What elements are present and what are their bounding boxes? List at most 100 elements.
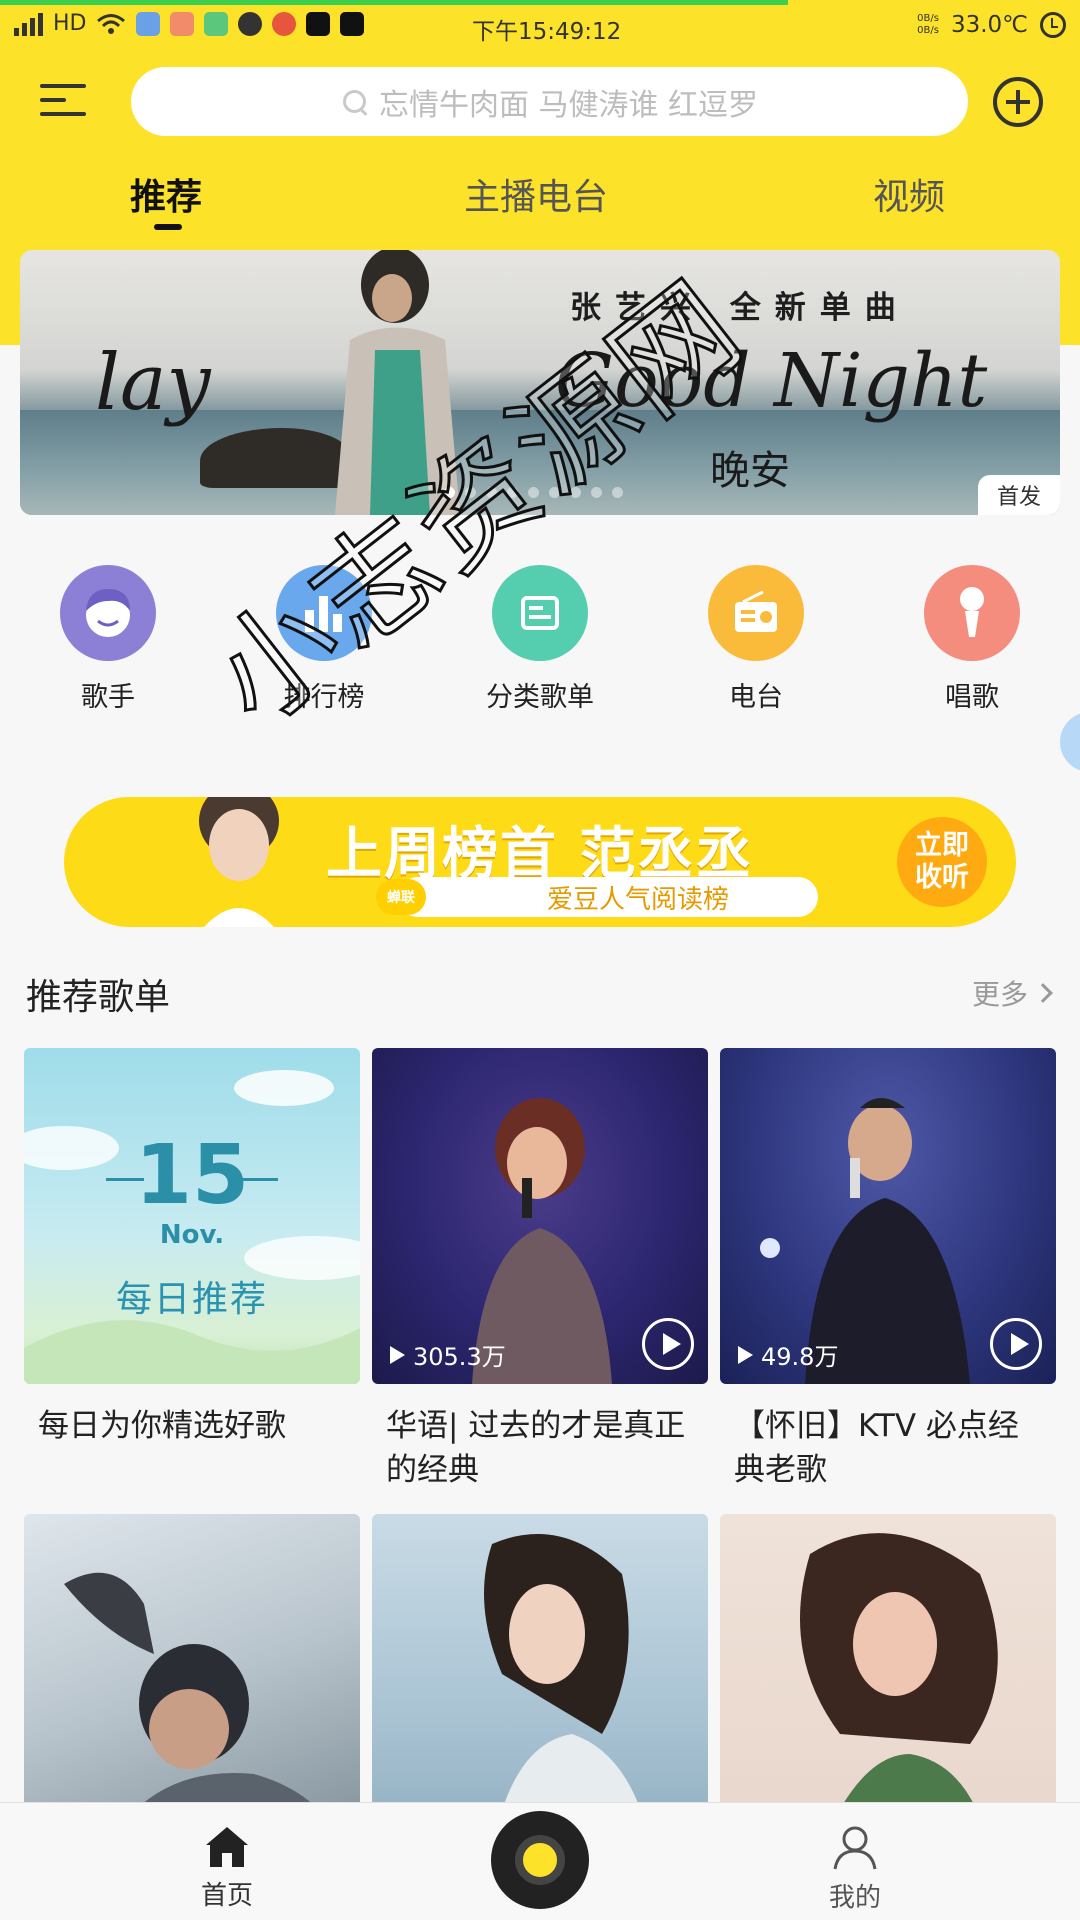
playlist-cover-art (484, 1534, 652, 1850)
app-notification-icon (136, 11, 161, 36)
daily-label: 每日推荐 (115, 1279, 268, 1320)
play-count: 49.8万 (738, 1337, 838, 1372)
playlist-cover (720, 1514, 1056, 1850)
category-playlists[interactable]: 分类歌单 (460, 565, 620, 714)
tiktok-notification-icon (306, 11, 331, 36)
playlist-card-daily[interactable]: 15 Nov. 每日推荐 每日为你精选好歌 (24, 1048, 360, 1448)
play-button[interactable] (642, 1318, 694, 1370)
temperature: 33.0℃ (950, 12, 1028, 38)
banner-artist-image (335, 250, 460, 515)
banner-dot[interactable] (528, 487, 539, 498)
playlist-title: 【怀旧】KTV 必点经典老歌 (734, 1408, 1019, 1488)
tab-anchor-radio[interactable]: 主播电台 (464, 168, 608, 220)
user-icon (833, 1826, 877, 1870)
playlist-cover: 305.3万 (372, 1048, 708, 1384)
playlist-title: 每日为你精选好歌 (38, 1408, 286, 1444)
category-charts[interactable]: 排行榜 (244, 565, 404, 714)
banner-tag: 首发 (978, 475, 1060, 515)
disc-center (515, 1835, 565, 1885)
playlist-cover: 15 Nov. 每日推荐 (24, 1048, 360, 1384)
playlist-cover-art (64, 1572, 344, 1850)
weibo-notification-icon (272, 11, 297, 36)
category-radio[interactable]: 电台 (676, 565, 836, 714)
banner-dot[interactable] (486, 487, 497, 498)
now-playing-disc[interactable] (491, 1811, 589, 1909)
listen-now-button[interactable]: 立即收听 (897, 817, 987, 907)
promo-logo: 蝉联 (376, 879, 426, 915)
banner-dot[interactable] (612, 487, 623, 498)
more-link[interactable]: 更多 (971, 973, 1053, 1013)
nav-home[interactable]: 首页 (167, 1825, 287, 1912)
play-count-value: 305.3万 (413, 1343, 506, 1371)
play-count: 305.3万 (390, 1337, 506, 1372)
hero-banner[interactable]: 张艺兴 全新单曲 lay Good Night 晚安 首发 (20, 250, 1060, 515)
nav-mine[interactable]: 我的 (795, 1825, 915, 1914)
tab-indicator (154, 224, 182, 230)
banner-dot[interactable] (465, 487, 476, 498)
chart-bars-icon (276, 565, 372, 661)
daily-day: 15 (134, 1128, 250, 1223)
playlist-card[interactable] (372, 1514, 708, 1850)
status-right: 0B/s 0B/s 33.0℃ (917, 12, 1066, 38)
category-row: 歌手 排行榜 分类歌单 电台 唱歌 (0, 565, 1080, 715)
network-speed: 0B/s 0B/s (917, 13, 939, 37)
playlist-card[interactable]: 305.3万 华语| 过去的才是真正的经典 (372, 1048, 708, 1492)
category-sing[interactable]: 唱歌 (892, 565, 1052, 714)
section-title: 推荐歌单 (26, 977, 171, 1018)
menu-icon[interactable] (40, 80, 86, 120)
banner-subtitle: 晚安 (710, 448, 790, 494)
signal-icon (14, 12, 43, 36)
tiktok-notification-icon (340, 11, 365, 36)
play-triangle-icon (390, 1345, 405, 1364)
playlist-cover-art (800, 1533, 998, 1850)
search-input[interactable]: 忘情牛肉面 马健涛谁 红逗罗 (131, 67, 968, 136)
radio-icon (708, 565, 804, 661)
play-button[interactable] (990, 1318, 1042, 1370)
wifi-icon (97, 13, 126, 34)
promo-artist-image (199, 797, 279, 927)
chevron-right-icon (1033, 983, 1053, 1003)
chat-notification-icon (204, 11, 229, 36)
category-label: 歌手 (81, 682, 135, 713)
playlist-cover: 49.8万 (720, 1048, 1056, 1384)
promo-subtitle: 爱豆人气阅读榜 (398, 877, 818, 917)
banner-dot[interactable] (591, 487, 602, 498)
promo-banner[interactable]: 上周榜首 范丞丞 爱豆人气阅读榜 蝉联 立即收听 (64, 797, 1016, 927)
banner-dot[interactable] (507, 487, 518, 498)
status-bar: HD 下午15:49:12 0B/s 0B/s 33.0℃ (0, 5, 1080, 55)
banner-script-left: lay (95, 338, 211, 428)
play-count-value: 49.8万 (761, 1343, 839, 1371)
playlist-cover (372, 1514, 708, 1850)
category-singer[interactable]: 歌手 (28, 565, 188, 714)
qq-notification-icon (238, 11, 263, 36)
playlist-card[interactable]: 49.8万 【怀旧】KTV 必点经典老歌 (720, 1048, 1056, 1492)
playlist-card[interactable] (720, 1514, 1056, 1850)
network-type: HD (53, 11, 87, 36)
nav-label: 首页 (200, 1881, 253, 1911)
alarm-icon (1040, 12, 1066, 38)
playlist-cover (24, 1514, 360, 1850)
playlist-card[interactable] (24, 1514, 360, 1850)
tab-recommend[interactable]: 推荐 (130, 168, 202, 220)
category-label: 排行榜 (283, 682, 365, 713)
search-icon (341, 88, 369, 116)
home-icon (206, 1827, 248, 1867)
clock: 下午15:49:12 (472, 19, 622, 45)
tab-video[interactable]: 视频 (873, 168, 945, 220)
playlist-title: 华语| 过去的才是真正的经典 (386, 1408, 686, 1488)
floating-assistant-button[interactable] (1060, 712, 1080, 772)
banner-dot[interactable] (570, 487, 581, 498)
category-label: 分类歌单 (486, 682, 594, 713)
speed-up: 0B/s (917, 13, 939, 24)
banner-dot[interactable] (444, 487, 455, 498)
add-icon[interactable] (993, 77, 1043, 127)
more-label: 更多 (971, 978, 1028, 1011)
category-label: 电台 (729, 682, 783, 713)
playlist-icon (492, 565, 588, 661)
nav-label: 我的 (828, 1883, 881, 1913)
banner-script-right: Good Night (555, 338, 988, 424)
daily-month: Nov. (159, 1220, 225, 1250)
banner-pagination (444, 487, 623, 498)
banner-dot[interactable] (549, 487, 560, 498)
search-placeholder: 忘情牛肉面 马健涛谁 红逗罗 (378, 87, 759, 123)
